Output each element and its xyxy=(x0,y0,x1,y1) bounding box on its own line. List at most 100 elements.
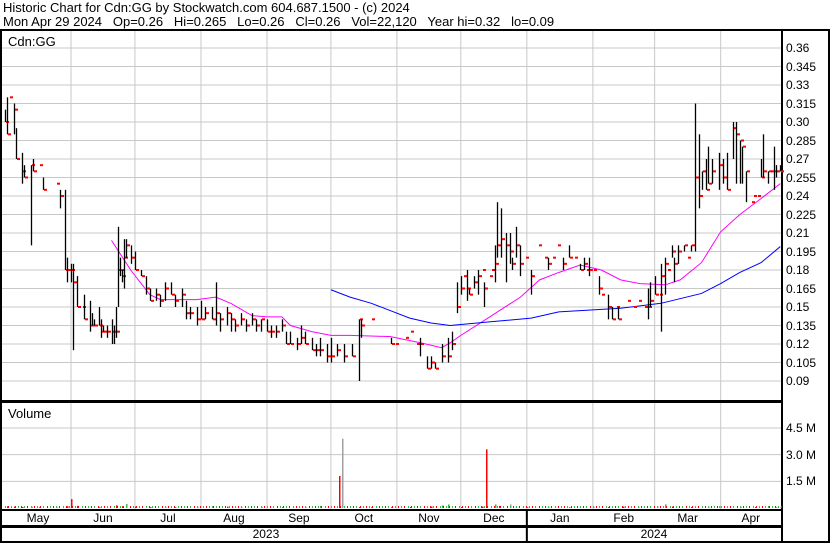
close-tick xyxy=(498,244,501,247)
volume-bar xyxy=(519,506,520,508)
volume-bar xyxy=(235,506,236,508)
volume-bar xyxy=(289,506,290,508)
volume-bar xyxy=(59,506,60,508)
close-tick xyxy=(78,306,81,308)
volume-bar xyxy=(539,506,540,508)
close-tick xyxy=(95,324,98,327)
volume-bar xyxy=(631,506,632,508)
volume-bar xyxy=(47,506,48,508)
volume-bar xyxy=(417,506,418,508)
close-tick xyxy=(202,318,205,321)
volume-bar xyxy=(606,506,607,508)
volume-bar xyxy=(388,506,389,508)
volume-bar xyxy=(101,506,102,508)
volume-bar xyxy=(150,507,152,508)
close-tick xyxy=(502,238,505,241)
price-tick-label: 0.165 xyxy=(786,281,817,296)
volume-bar xyxy=(149,506,150,508)
volume-bar xyxy=(561,506,562,508)
volume-bar xyxy=(85,506,86,508)
month-label: Oct xyxy=(354,511,374,525)
volume-bar xyxy=(775,506,776,508)
price-tick-label: 0.135 xyxy=(786,318,817,333)
close-tick xyxy=(492,269,495,271)
volume-bar xyxy=(746,506,747,508)
price-tick-label: 0.30 xyxy=(786,115,810,129)
volume-bar xyxy=(698,506,699,508)
volume-bar xyxy=(296,506,297,508)
year-label: 2023 xyxy=(252,527,280,541)
volume-bar xyxy=(571,506,572,508)
volume-bar xyxy=(123,506,124,508)
close-tick xyxy=(575,256,578,259)
price-tick-label: 0.225 xyxy=(786,207,817,222)
volume-bar xyxy=(599,506,600,508)
close-tick xyxy=(513,262,516,265)
close-tick xyxy=(85,318,88,321)
close-tick xyxy=(764,170,767,173)
price-tick-label: 0.255 xyxy=(786,170,817,185)
volume-bar xyxy=(37,506,38,508)
volume-bar xyxy=(443,506,444,508)
close-tick xyxy=(771,170,774,173)
close-tick xyxy=(172,293,175,296)
close-tick xyxy=(449,355,452,358)
volume-bar xyxy=(719,506,721,508)
close-tick xyxy=(213,318,216,321)
month-label: Sep xyxy=(288,511,310,525)
volume-bar xyxy=(411,506,412,508)
volume-bar xyxy=(618,506,619,508)
volume-bar xyxy=(583,506,584,508)
volume-bar xyxy=(478,506,479,508)
volume-bar xyxy=(628,506,629,508)
volume-bar xyxy=(382,506,383,508)
price-tick-label: 0.27 xyxy=(786,152,810,166)
volume-bar xyxy=(577,506,578,508)
price-tick-label: 0.24 xyxy=(786,189,810,203)
volume-bar xyxy=(339,476,341,508)
close-tick xyxy=(458,306,461,308)
close-tick xyxy=(191,312,194,315)
volume-bar xyxy=(702,506,703,508)
close-tick xyxy=(8,133,11,136)
close-tick xyxy=(392,343,395,345)
month-label: Feb xyxy=(613,511,635,525)
volume-bar xyxy=(743,506,744,508)
volume-bar xyxy=(238,506,239,508)
volume-bar xyxy=(197,506,198,508)
volume-bar xyxy=(146,506,147,508)
volume-bar xyxy=(219,506,220,508)
volume-bar xyxy=(22,506,24,508)
volume-bar xyxy=(638,506,639,508)
volume-bar xyxy=(529,506,530,508)
close-tick xyxy=(673,250,676,253)
volume-bar xyxy=(733,506,734,508)
volume-bar xyxy=(75,506,76,508)
volume-bar xyxy=(430,506,431,508)
volume-bar xyxy=(465,506,466,508)
volume-bar xyxy=(446,506,447,508)
close-tick xyxy=(298,343,301,345)
volume-bar xyxy=(283,506,284,508)
stock-chart-page: Historic Chart for Cdn:GG by Stockwatch.… xyxy=(0,0,830,543)
volume-bar xyxy=(174,506,175,508)
volume-bar xyxy=(663,506,664,508)
close-tick xyxy=(151,299,154,302)
close-tick xyxy=(490,275,493,278)
volume-bar xyxy=(481,506,482,508)
volume-bar xyxy=(229,506,230,508)
volume-bar xyxy=(133,506,134,508)
volume-bar xyxy=(408,506,409,508)
volume-bar xyxy=(175,507,177,508)
month-label: Nov xyxy=(418,511,440,525)
close-tick xyxy=(317,349,320,352)
volume-bar xyxy=(526,506,527,508)
close-tick xyxy=(724,176,727,179)
volume-bar xyxy=(535,506,536,508)
volume-bar xyxy=(366,506,367,508)
close-tick xyxy=(17,158,20,160)
volume-bar xyxy=(31,506,32,508)
volume-bar xyxy=(555,506,556,508)
volume-bar xyxy=(325,506,326,508)
volume-bar xyxy=(682,506,683,508)
